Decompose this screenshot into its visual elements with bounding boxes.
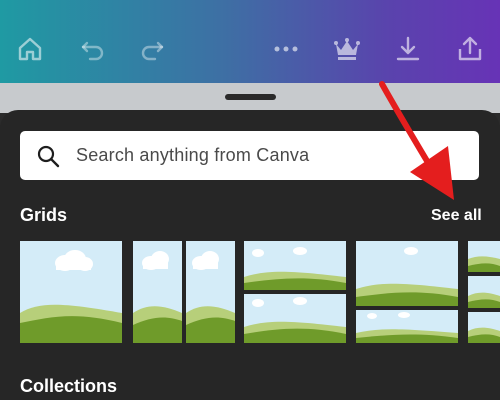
search-icon [37,145,60,168]
grid-thumbnail-three-row[interactable] [356,241,458,343]
landscape-thumbnail [20,241,122,343]
grid-thumbnail-partial[interactable] [468,241,500,343]
search-input[interactable]: Search anything from Canva [76,145,309,166]
grid-thumbnail-two-column[interactable] [133,241,235,343]
home-icon[interactable] [15,34,45,64]
collections-heading: Collections [20,376,118,396]
landscape-thumbnail [133,241,235,343]
landscape-thumbnail [468,241,500,343]
see-all-link[interactable]: See all [431,207,482,225]
download-icon[interactable] [393,34,423,64]
crown-icon[interactable] [332,34,362,64]
editor-toolbar [0,0,500,83]
grid-thumbnail-two-row[interactable] [244,241,346,343]
annotation-arrow-icon [379,81,454,200]
undo-icon[interactable] [78,34,108,64]
landscape-thumbnail [244,241,346,343]
share-icon[interactable] [455,34,485,64]
sheet-drag-handle[interactable] [225,94,276,100]
more-icon[interactable] [271,34,301,64]
grids-heading: Grids [20,205,68,225]
landscape-thumbnail [356,241,458,343]
grid-thumbnail-single[interactable] [20,241,122,343]
redo-icon[interactable] [137,34,167,64]
